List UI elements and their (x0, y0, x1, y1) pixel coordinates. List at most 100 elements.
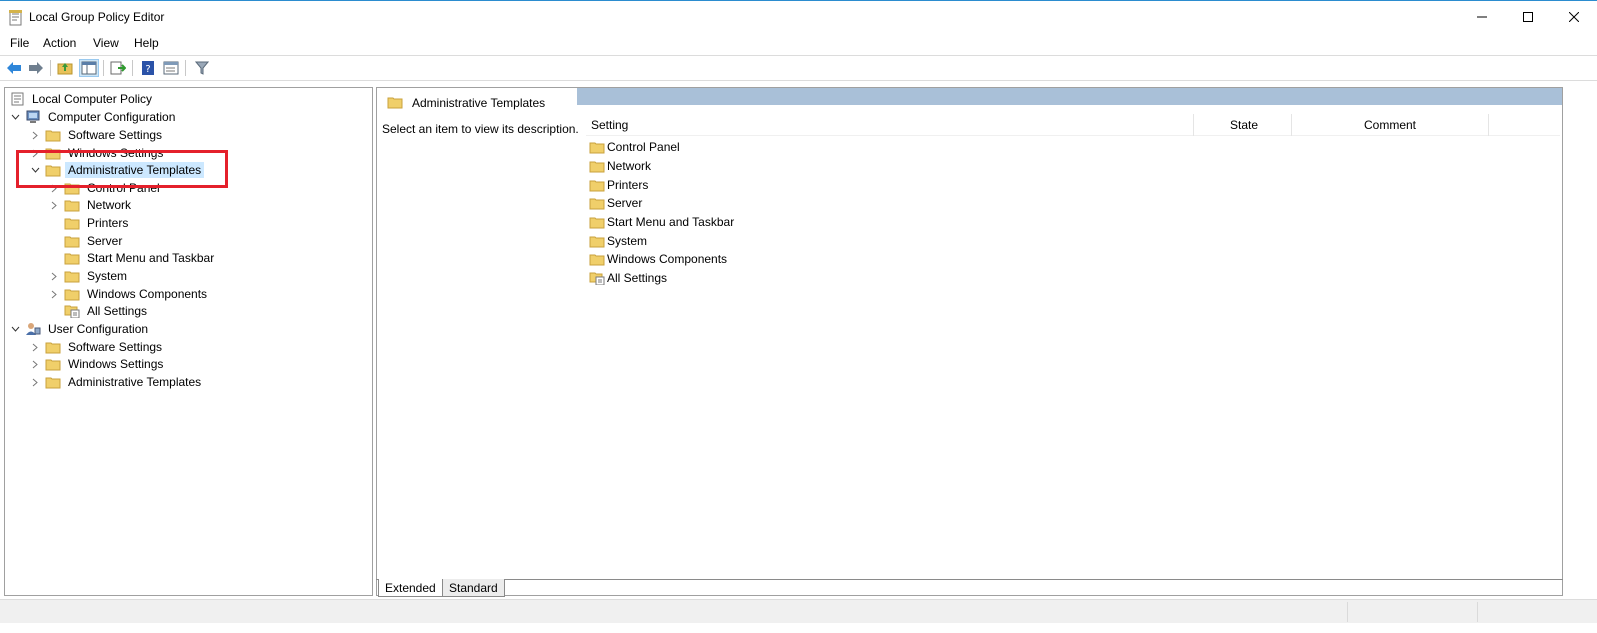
tree-item-all-settings[interactable]: All Settings (64, 302, 150, 320)
chevron-right-icon[interactable] (48, 270, 60, 282)
toolbar-separator (103, 60, 104, 76)
tree-item-label: Network (87, 198, 132, 212)
export-list-button[interactable] (108, 59, 128, 77)
folder-icon (45, 128, 61, 142)
all-settings-icon (589, 271, 605, 285)
tree-item-server[interactable]: Server (64, 232, 125, 250)
tree-item-cc-software-settings[interactable]: Software Settings (29, 126, 165, 144)
chevron-right-icon[interactable] (29, 358, 41, 370)
filter-icon (195, 61, 209, 75)
tree-item-label: Windows Settings (68, 146, 164, 160)
tree-item-computer-configuration[interactable]: Computer Configuration (9, 108, 178, 126)
list-item-label: Network (607, 159, 652, 173)
minimize-button[interactable] (1459, 1, 1505, 33)
back-button[interactable] (4, 59, 24, 77)
folder-icon (64, 287, 80, 301)
tree-item-uc-windows-settings[interactable]: Windows Settings (29, 355, 166, 373)
chevron-right-icon[interactable] (48, 199, 60, 211)
user-icon (25, 322, 41, 336)
tree-item-label: Computer Configuration (48, 110, 176, 124)
tree-item-start-menu-taskbar[interactable]: Start Menu and Taskbar (64, 249, 217, 267)
list-item-label: Windows Components (607, 252, 728, 266)
toolbar-separator (50, 60, 51, 76)
tree-item-cc-administrative-templates[interactable]: Administrative Templates (29, 161, 205, 179)
chevron-right-icon[interactable] (48, 182, 60, 194)
forward-button[interactable] (26, 59, 46, 77)
chevron-right-icon[interactable] (29, 341, 41, 353)
properties-button[interactable] (161, 59, 181, 77)
chevron-right-icon[interactable] (48, 288, 60, 300)
chevron-down-icon[interactable] (9, 111, 21, 123)
folder-icon (64, 269, 80, 283)
status-cell (1347, 602, 1477, 622)
menu-file[interactable]: File (10, 36, 29, 50)
tab-standard[interactable]: Standard (442, 579, 505, 597)
tree-item-network[interactable]: Network (48, 196, 134, 214)
tree-item-label: System (87, 269, 128, 283)
folder-icon (387, 96, 403, 112)
list-item-server[interactable]: Server (589, 194, 642, 212)
tree-item-uc-administrative-templates[interactable]: Administrative Templates (29, 373, 204, 391)
list-item-windows-components[interactable]: Windows Components (589, 250, 727, 268)
folder-icon (589, 140, 605, 154)
all-settings-icon (64, 304, 80, 318)
tree-item-label: Windows Components (87, 287, 208, 301)
folder-icon (589, 196, 605, 210)
tree-item-user-configuration[interactable]: User Configuration (9, 320, 151, 338)
view-tabs: Extended Standard (376, 579, 1563, 597)
tree-item-windows-components[interactable]: Windows Components (48, 285, 210, 303)
column-comment[interactable]: Comment (1364, 114, 1416, 136)
gpedit-window: Local Group Policy Editor File Action Vi… (0, 0, 1597, 633)
column-setting[interactable]: Setting (591, 114, 628, 136)
details-pane: Administrative Templates Select an item … (376, 87, 1563, 596)
help-button[interactable]: ? (138, 59, 158, 77)
tree-item-label: Printers (87, 216, 129, 230)
column-separator[interactable] (1291, 114, 1292, 136)
folder-icon (589, 215, 605, 229)
svg-text:?: ? (145, 64, 150, 75)
tree-item-cc-windows-settings[interactable]: Windows Settings (29, 144, 166, 162)
tree-pane[interactable]: Local Computer Policy Computer Configura… (4, 87, 373, 596)
close-icon (1569, 12, 1579, 22)
column-state[interactable]: State (1230, 114, 1258, 136)
filter-button[interactable] (192, 59, 212, 77)
status-cell (1477, 602, 1562, 622)
list-item-network[interactable]: Network (589, 157, 651, 175)
list-item-start-menu-taskbar[interactable]: Start Menu and Taskbar (589, 213, 734, 231)
policy-document-icon (9, 92, 25, 106)
show-hide-tree-button[interactable] (79, 59, 99, 77)
chevron-right-icon[interactable] (29, 376, 41, 388)
close-button[interactable] (1551, 1, 1597, 33)
folder-icon (64, 251, 80, 265)
tree-item-system[interactable]: System (48, 267, 130, 285)
column-separator[interactable] (1488, 114, 1489, 136)
list-item-label: Server (607, 196, 643, 210)
folder-icon (45, 146, 61, 160)
menu-action[interactable]: Action (43, 36, 76, 50)
tree-item-uc-software-settings[interactable]: Software Settings (29, 338, 165, 356)
chevron-right-icon[interactable] (29, 129, 41, 141)
list-item-all-settings[interactable]: All Settings (589, 269, 667, 287)
tab-extended[interactable]: Extended (378, 579, 443, 597)
chevron-right-icon[interactable] (29, 147, 41, 159)
list-item-control-panel[interactable]: Control Panel (589, 138, 680, 156)
tree-item-printers[interactable]: Printers (64, 214, 131, 232)
list-item-printers[interactable]: Printers (589, 176, 648, 194)
column-separator[interactable] (1193, 114, 1194, 136)
chevron-down-icon[interactable] (9, 323, 21, 335)
tree-item-label: Start Menu and Taskbar (87, 251, 215, 265)
list-item-label: Control Panel (607, 140, 680, 154)
forward-arrow-icon (29, 62, 43, 74)
up-one-level-button[interactable] (55, 59, 75, 77)
menu-view[interactable]: View (93, 36, 119, 50)
folder-icon (64, 216, 80, 230)
back-arrow-icon (7, 62, 21, 74)
folder-icon (45, 375, 61, 389)
menu-help[interactable]: Help (134, 36, 159, 50)
tree-item-local-computer-policy[interactable]: Local Computer Policy (9, 90, 155, 108)
maximize-button[interactable] (1505, 1, 1551, 33)
tree-item-control-panel[interactable]: Control Panel (48, 179, 163, 197)
list-item-system[interactable]: System (589, 232, 647, 250)
list-item-label: Printers (607, 178, 649, 192)
chevron-down-icon[interactable] (29, 164, 41, 176)
